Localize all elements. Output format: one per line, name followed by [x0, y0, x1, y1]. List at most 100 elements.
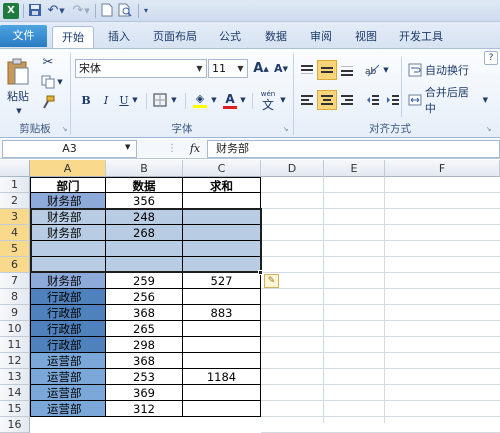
cell-a9[interactable]: 行政部: [30, 305, 106, 321]
underline-button[interactable]: U: [117, 91, 131, 109]
cell-a3[interactable]: 财务部: [30, 209, 106, 225]
row-header-11[interactable]: 11: [0, 337, 30, 353]
name-box[interactable]: A3: [2, 140, 137, 158]
align-top-button[interactable]: [298, 61, 316, 79]
cell-b9[interactable]: 368: [106, 305, 183, 321]
format-painter-icon[interactable]: [40, 94, 56, 110]
column-header-d[interactable]: D: [261, 160, 324, 177]
row-header-9[interactable]: 9: [0, 305, 30, 321]
italic-button[interactable]: I: [98, 91, 114, 109]
cell-b13[interactable]: 253: [106, 369, 183, 385]
cell-a11[interactable]: 行政部: [30, 337, 106, 353]
cell-c10[interactable]: [183, 321, 261, 337]
align-bottom-button[interactable]: [338, 61, 356, 79]
row-header-14[interactable]: 14: [0, 385, 30, 401]
bold-button[interactable]: B: [78, 91, 94, 109]
copy-dropdown[interactable]: ▼: [56, 77, 64, 87]
fill-color-button[interactable]: ◈: [191, 90, 209, 110]
chevron-down-icon[interactable]: ▼: [210, 94, 218, 106]
cell-c5[interactable]: [183, 241, 261, 257]
shrink-font-button[interactable]: A ▼: [272, 59, 290, 78]
column-header-f[interactable]: F: [385, 160, 500, 177]
column-header-e[interactable]: E: [324, 160, 385, 177]
dialog-launcher-icon[interactable]: ↘: [60, 124, 69, 133]
cell-c12[interactable]: [183, 353, 261, 369]
cell-a6[interactable]: [30, 257, 106, 273]
dialog-launcher-icon[interactable]: ↘: [281, 124, 290, 133]
align-right-button[interactable]: [338, 91, 356, 109]
cell-c14[interactable]: [183, 385, 261, 401]
row-header-8[interactable]: 8: [0, 289, 30, 305]
dialog-launcher-icon[interactable]: ↘: [484, 124, 493, 133]
cell-a15[interactable]: 运营部: [30, 401, 106, 417]
row-header-7[interactable]: 7: [0, 273, 30, 289]
tab-home[interactable]: 开始: [52, 26, 94, 48]
cell-a7[interactable]: 财务部: [30, 273, 106, 289]
chevron-down-icon[interactable]: ▼: [170, 94, 178, 106]
tab-view[interactable]: 视图: [348, 26, 384, 48]
paste-dropdown[interactable]: ▼: [14, 106, 24, 116]
select-all-corner[interactable]: [0, 160, 30, 177]
cell-c7[interactable]: 527: [183, 273, 261, 289]
merge-center-button[interactable]: 合并后居中 ▼: [408, 86, 488, 115]
row-header-13[interactable]: 13: [0, 369, 30, 385]
save-icon[interactable]: [27, 3, 43, 19]
cell-c8[interactable]: [183, 289, 261, 305]
copy-icon[interactable]: [40, 74, 56, 90]
chevron-down-icon[interactable]: ▼: [58, 3, 66, 19]
font-name-select[interactable]: 宋体 ▼: [75, 59, 207, 78]
chevron-down-icon[interactable]: ▼: [382, 64, 390, 76]
column-header-b[interactable]: B: [106, 160, 183, 177]
cell-b15[interactable]: 312: [106, 401, 183, 417]
formula-splitter[interactable]: ⋮: [167, 143, 177, 154]
column-header-a[interactable]: A: [30, 160, 106, 177]
cell-c13[interactable]: 1184: [183, 369, 261, 385]
cell-b10[interactable]: 265: [106, 321, 183, 337]
new-document-icon[interactable]: [99, 3, 115, 19]
cell-b5[interactable]: [106, 241, 183, 257]
row-header-12[interactable]: 12: [0, 353, 30, 369]
align-left-button[interactable]: [298, 91, 316, 109]
borders-button[interactable]: [151, 91, 169, 109]
row-header-5[interactable]: 5: [0, 241, 30, 257]
font-size-select[interactable]: 11 ▼: [208, 59, 248, 78]
cell-a5[interactable]: [30, 241, 106, 257]
tab-insert[interactable]: 插入: [101, 26, 137, 48]
cell-b14[interactable]: 369: [106, 385, 183, 401]
formula-input[interactable]: 财务部: [207, 140, 500, 158]
cell-c15[interactable]: [183, 401, 261, 417]
cell-a10[interactable]: 行政部: [30, 321, 106, 337]
row-header-6[interactable]: 6: [0, 257, 30, 273]
chevron-down-icon[interactable]: ▼: [239, 94, 247, 106]
row-header-3[interactable]: 3: [0, 209, 30, 225]
tab-file[interactable]: 文件: [0, 25, 47, 47]
font-color-button[interactable]: A: [222, 90, 238, 110]
column-header-c[interactable]: C: [183, 160, 261, 177]
chevron-down-icon[interactable]: ▼: [279, 94, 287, 106]
cell-a12[interactable]: 运营部: [30, 353, 106, 369]
tab-formulas[interactable]: 公式: [212, 26, 248, 48]
cell-b8[interactable]: 256: [106, 289, 183, 305]
row-header-1[interactable]: 1: [0, 177, 30, 193]
increase-indent-button[interactable]: [384, 91, 402, 109]
chevron-down-icon[interactable]: ▼: [125, 143, 130, 151]
align-center-button[interactable]: [317, 90, 337, 110]
cell-b1[interactable]: 数据: [106, 177, 183, 193]
tab-data[interactable]: 数据: [258, 26, 294, 48]
decrease-indent-button[interactable]: [364, 91, 382, 109]
cell-a13[interactable]: 运营部: [30, 369, 106, 385]
cut-icon[interactable]: ✂: [40, 54, 56, 70]
fill-handle[interactable]: [258, 270, 263, 275]
cell-a1[interactable]: 部门: [30, 177, 106, 193]
cell-b4[interactable]: 268: [106, 225, 183, 241]
cell-b7[interactable]: 259: [106, 273, 183, 289]
grow-font-button[interactable]: A ▲: [252, 59, 270, 78]
row-header-16[interactable]: 16: [0, 417, 30, 433]
cell-c2[interactable]: [183, 193, 261, 209]
cell-b12[interactable]: 368: [106, 353, 183, 369]
chevron-down-icon[interactable]: ▼: [83, 3, 91, 19]
align-middle-button[interactable]: [317, 60, 337, 80]
cell-c6[interactable]: [183, 257, 261, 273]
cell-b11[interactable]: 298: [106, 337, 183, 353]
row-header-2[interactable]: 2: [0, 193, 30, 209]
